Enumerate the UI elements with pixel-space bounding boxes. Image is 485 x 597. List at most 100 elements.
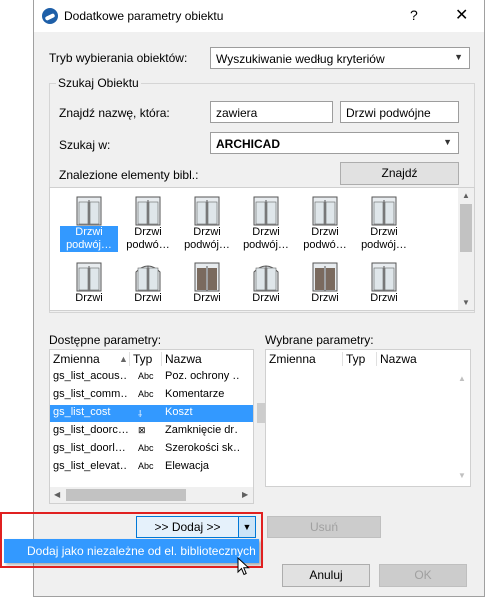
param-type-icon: Abc	[138, 443, 154, 453]
column-header-label[interactable]: Nazwa	[380, 350, 417, 368]
param-label: Szerokości sk…	[165, 442, 239, 454]
column-header-name[interactable]: Zmienna	[269, 350, 316, 368]
selection-mode-label: Tryb wybierania obiektów:	[49, 51, 188, 65]
library-vertical-scrollbar[interactable]: ▲ ▼	[458, 188, 474, 310]
param-type-icon: ⊠	[138, 425, 146, 435]
remove-button[interactable]: Usuń	[267, 516, 381, 538]
param-row[interactable]: gs_list_acous… Abc Poz. ochrony …	[50, 369, 253, 386]
arched-door-icon	[253, 265, 279, 292]
library-item-label: Drzwi podwój…	[237, 226, 295, 252]
sort-arrow-icon: ▲	[119, 354, 128, 364]
library-item-label: Drzwi	[296, 292, 354, 305]
column-separator	[129, 352, 130, 366]
condition-value: zawiera	[216, 106, 258, 120]
param-row[interactable]: gs_list_comm… Abc Komentarze	[50, 387, 253, 404]
scroll-up-icon[interactable]: ▲	[462, 191, 470, 200]
library-item-label: Drzwi podwó…	[296, 226, 354, 252]
find-button[interactable]: Znajdź	[340, 162, 459, 185]
scrollbar-thumb[interactable]	[460, 204, 472, 252]
library-item-line1: Drzwi	[370, 226, 398, 238]
library-item-line1: Drzwi	[311, 226, 339, 238]
param-row[interactable]: gs_list_cost ⸸ Koszt	[50, 405, 253, 422]
window-title: Dodatkowe parametry obiektu	[64, 9, 224, 23]
param-row[interactable]: gs_list_doorl… Abc Szerokości sk…	[50, 441, 253, 458]
library-item[interactable]: Drzwi	[119, 258, 177, 310]
library-item-label: Drzwi podwó…	[119, 226, 177, 252]
param-row[interactable]: gs_list_elevat… Abc Elewacja	[50, 459, 253, 476]
library-item[interactable]: Drzwi podwój…	[60, 192, 118, 256]
param-name: gs_list_acous…	[53, 370, 128, 382]
search-in-dropdown[interactable]: ARCHICAD ▼	[210, 132, 459, 154]
close-button[interactable]: ✕	[455, 5, 468, 25]
library-item-line1: Drzwi	[252, 292, 280, 304]
selected-params-list: Zmienna Typ Nazwa ▲ ▼	[265, 349, 471, 487]
library-item[interactable]: Drzwi podwój…	[178, 192, 236, 256]
ok-button[interactable]: OK	[379, 564, 467, 587]
ornate-door-icon	[312, 262, 338, 292]
library-item[interactable]: Drzwi podwó…	[119, 192, 177, 256]
library-item-line1: Drzwi	[134, 226, 162, 238]
library-item[interactable]: Drzwi podwój…	[355, 192, 413, 256]
search-in-value: ARCHICAD	[216, 137, 280, 151]
title-bar: Dodatkowe parametry obiektu ? ✕	[34, 0, 484, 32]
available-horizontal-scrollbar[interactable]: ◀ ▶	[50, 487, 253, 503]
scroll-down-icon[interactable]: ▼	[458, 471, 466, 480]
library-item-line2: podwó…	[303, 239, 347, 251]
param-row[interactable]: gs_list_doorc… ⊠ Zamknięcie dr…	[50, 423, 253, 440]
chevron-down-icon: ▼	[443, 137, 452, 147]
scroll-up-icon[interactable]: ▲	[458, 374, 466, 383]
archicad-app-icon	[42, 8, 58, 24]
add-split-button[interactable]: >> Dodaj >> ▼	[136, 516, 256, 538]
scrollbar-thumb[interactable]	[66, 489, 186, 501]
name-search-input[interactable]: Drzwi podwójne	[340, 101, 459, 123]
scroll-right-icon[interactable]: ▶	[242, 490, 248, 499]
dropdown-arrow-icon[interactable]: ▼	[238, 517, 255, 537]
dialog-window: Dodatkowe parametry obiektu ? ✕ Tryb wyb…	[33, 0, 485, 597]
condition-dropdown[interactable]: zawiera	[210, 101, 333, 123]
help-button[interactable]: ?	[410, 7, 418, 23]
scroll-left-icon[interactable]: ◀	[54, 490, 60, 499]
library-item-line1: Drzwi	[193, 292, 221, 304]
library-item[interactable]: Drzwi podwój…	[237, 192, 295, 256]
add-button[interactable]: >> Dodaj >>	[137, 517, 238, 537]
find-name-label: Znajdź nazwę, która:	[59, 106, 170, 120]
library-item-line2: podwój…	[243, 239, 289, 251]
library-item[interactable]: Drzwi	[296, 258, 354, 310]
library-item-line2: podwój…	[361, 239, 407, 251]
library-item[interactable]: Drzwi	[178, 258, 236, 310]
library-item[interactable]: Drzwi	[60, 258, 118, 310]
double-door-icon	[135, 196, 161, 226]
library-items-panel: Drzwi podwój… Drzwi podwó… Drzwi podwój… Drzwi…	[49, 187, 475, 311]
param-label: Poz. ochrony …	[165, 370, 239, 382]
column-separator	[161, 352, 162, 366]
param-label: Zamknięcie dr…	[165, 424, 239, 436]
available-params-list: Zmienna ▲ Typ Nazwa gs_list_acous… Abc Poz…	[49, 349, 254, 504]
column-header-name[interactable]: Zmienna	[53, 350, 100, 368]
cancel-button[interactable]: Anuluj	[282, 564, 370, 587]
library-item-label: Drzwi podwój…	[178, 226, 236, 252]
name-search-value: Drzwi podwójne	[346, 106, 431, 120]
column-header-label[interactable]: Nazwa	[165, 350, 202, 368]
library-item-line1: Drzwi	[134, 292, 162, 304]
library-item[interactable]: Drzwi podwó…	[296, 192, 354, 256]
param-label: Koszt	[165, 406, 193, 418]
column-separator	[342, 352, 343, 366]
double-door-icon	[76, 196, 102, 226]
add-independent-menu-item[interactable]: Dodaj jako niezależne od el. biblioteczn…	[4, 539, 259, 563]
library-item[interactable]: Drzwi	[355, 258, 413, 310]
param-label: Elewacja	[165, 460, 210, 472]
param-name: gs_list_doorc…	[53, 424, 128, 436]
scroll-down-icon[interactable]: ▼	[462, 298, 470, 307]
library-item[interactable]: Drzwi	[237, 258, 295, 310]
selection-mode-dropdown[interactable]: Wyszukiwanie według kryteriów ▼	[210, 47, 470, 69]
selected-params-label: Wybrane parametry:	[265, 333, 374, 347]
library-item-label: Drzwi podwój…	[60, 226, 118, 252]
double-door-icon	[371, 196, 397, 226]
column-header-type[interactable]: Typ	[133, 350, 152, 368]
column-header-type[interactable]: Typ	[346, 350, 365, 368]
library-item-line1: Drzwi	[311, 292, 339, 304]
selected-vertical-scrollbar[interactable]: ▲ ▼	[454, 368, 470, 486]
double-door-icon	[312, 196, 338, 226]
param-name: gs_list_doorl…	[53, 442, 126, 454]
double-door-icon	[253, 196, 279, 226]
